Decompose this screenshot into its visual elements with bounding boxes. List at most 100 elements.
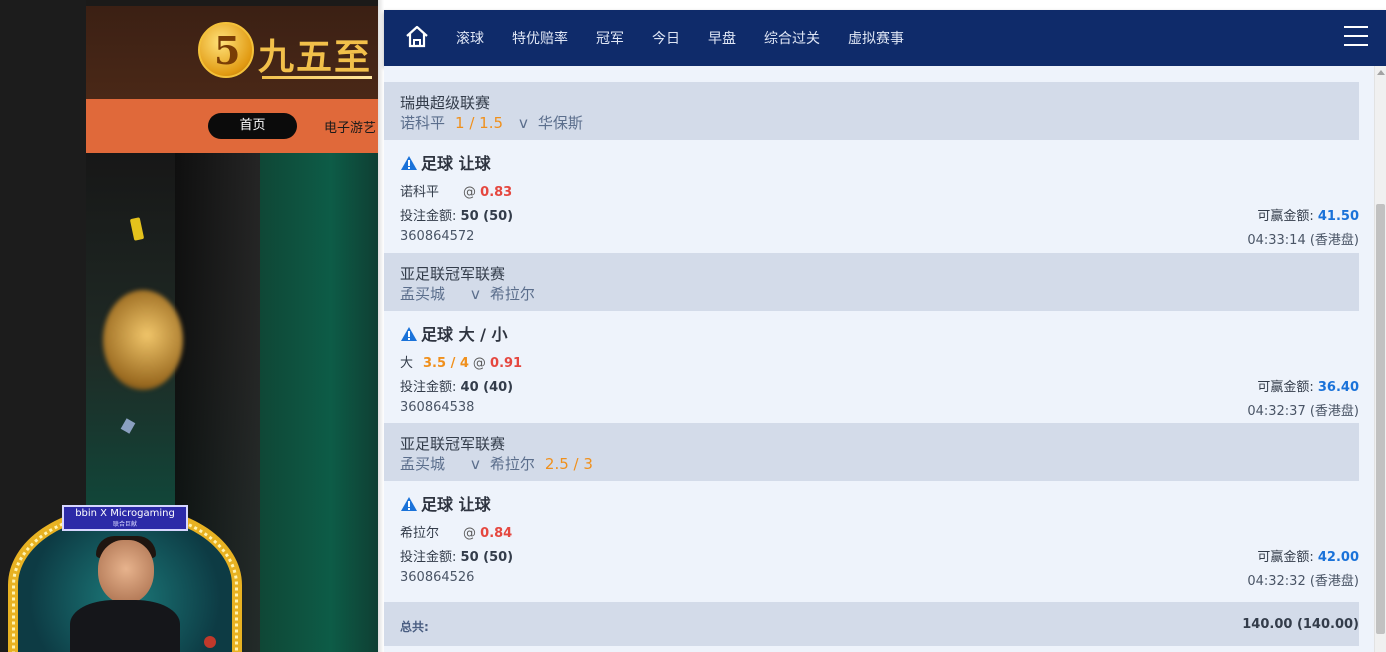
- warning-icon: [401, 497, 417, 511]
- total-label: 总共:: [400, 620, 429, 634]
- total-bar: 总共: 140.00 (140.00): [384, 602, 1359, 646]
- odds-at: @: [463, 526, 477, 541]
- selection-line: 3.5 / 4: [423, 356, 469, 371]
- stake: 投注金额: 50 (50): [400, 546, 513, 565]
- badge-brand-plate: bbin X Microgaming 联合巨献: [62, 505, 188, 531]
- selection-name: 希拉尔: [400, 526, 440, 541]
- bet-selection: 希拉尔 @ 0.84: [400, 522, 512, 541]
- warning-icon: [401, 327, 417, 341]
- bet-time: 04:32:32 (香港盘): [1247, 574, 1359, 589]
- bet-card: 足球 大 / 小 大 3.5 / 4 @ 0.91 投注金额: 40 (40) 可赢…: [384, 311, 1359, 423]
- bet-type-label: 足球 让球: [421, 154, 491, 173]
- badge-brand-subtext: 联合巨献: [112, 521, 137, 528]
- away-team: 希拉尔: [489, 455, 535, 473]
- nav-tab-today[interactable]: 今日: [652, 28, 680, 48]
- league-header: 亚足联冠军联赛 孟买城 v 希拉尔: [384, 253, 1359, 311]
- odds-at: @: [463, 185, 477, 200]
- stake-label: 投注金额:: [400, 209, 457, 224]
- badge-brand-text: bbin X Microgaming: [75, 508, 175, 519]
- badge-person-face: [98, 540, 154, 604]
- ticket-id: 360864572: [400, 229, 475, 244]
- bet-type: 足球 大 / 小: [400, 321, 508, 345]
- win-label: 可赢金额:: [1257, 209, 1314, 224]
- home-icon[interactable]: [404, 24, 430, 50]
- selection-name: 大: [400, 356, 414, 371]
- match-line: 孟买城 v 希拉尔: [400, 283, 551, 304]
- bet-card: 足球 让球 诺科平 @ 0.83 投注金额: 50 (50) 可赢金额: 41.5…: [384, 140, 1359, 253]
- odds-value: 0.84: [480, 526, 513, 541]
- bet-selection: 诺科平 @ 0.83: [400, 181, 512, 200]
- match-line: 孟买城 v 希拉尔 2.5 / 3: [400, 453, 599, 474]
- win-value: 36.40: [1317, 380, 1359, 395]
- home-team: 孟买城: [400, 455, 446, 473]
- away-team: 希拉尔: [489, 285, 535, 303]
- win-label: 可赢金额:: [1257, 550, 1314, 565]
- bet-type-label: 足球 让球: [421, 495, 491, 514]
- win-value: 41.50: [1317, 209, 1359, 224]
- stake-value: 40 (40): [460, 380, 514, 395]
- bet-type: 足球 让球: [400, 150, 491, 174]
- ticket-id: 360864526: [400, 570, 475, 585]
- bet-time: 04:32:37 (香港盘): [1247, 404, 1359, 419]
- stake: 投注金额: 50 (50): [400, 205, 513, 224]
- total-value: 140.00 (140.00): [1242, 617, 1359, 632]
- site-logo-underline: [262, 76, 372, 79]
- away-team: 华保斯: [537, 114, 583, 132]
- bet-card: 足球 让球 希拉尔 @ 0.84 投注金额: 50 (50) 可赢金额: 42.0…: [384, 481, 1359, 602]
- win-label: 可赢金额:: [1257, 380, 1314, 395]
- odds-at: @: [472, 356, 486, 371]
- league-name: 亚足联冠军联赛: [400, 435, 506, 453]
- badge-person-suit: [70, 600, 180, 652]
- league-name: 亚足联冠军联赛: [400, 265, 506, 283]
- league-name: 瑞典超级联赛: [400, 94, 491, 112]
- stake: 投注金额: 40 (40): [400, 376, 513, 395]
- odds-value: 0.91: [490, 356, 523, 371]
- bet-type: 足球 让球: [400, 491, 491, 515]
- top-strip: [378, 0, 1386, 10]
- selection-name: 诺科平: [400, 185, 440, 200]
- handicap-line: 1 / 1.5: [455, 114, 504, 132]
- bet-time: 04:33:14 (香港盘): [1247, 233, 1359, 248]
- league-header: 瑞典超级联赛 诺科平 1 / 1.5 v 华保斯: [384, 82, 1359, 140]
- stake-label: 投注金额:: [400, 550, 457, 565]
- sports-navbar: 滚球 特优赔率 冠军 今日 早盘 综合过关 虚拟赛事: [384, 10, 1386, 66]
- versus-marker: v: [471, 455, 480, 473]
- nav-tab-virtual[interactable]: 虚拟赛事: [848, 28, 904, 48]
- potential-win: 可赢金额: 41.50: [1257, 205, 1359, 224]
- site-logo-text[interactable]: 九五至: [258, 28, 372, 80]
- match-line: 诺科平 1 / 1.5 v 华保斯: [400, 112, 599, 133]
- versus-marker: v: [519, 114, 528, 132]
- league-header: 亚足联冠军联赛 孟买城 v 希拉尔 2.5 / 3: [384, 423, 1359, 481]
- badge-red-ball: [204, 636, 216, 648]
- odds-value: 0.83: [480, 185, 513, 200]
- bet-list[interactable]: 瑞典超级联赛 诺科平 1 / 1.5 v 华保斯 足球 让球 诺科平 @ 0.83 投注…: [384, 66, 1374, 652]
- site-nav-home-button[interactable]: 首页: [208, 113, 297, 139]
- hamburger-menu-icon[interactable]: [1344, 26, 1368, 48]
- bet-selection: 大 3.5 / 4 @ 0.91: [400, 352, 522, 371]
- bet-type-label: 足球 大 / 小: [421, 325, 508, 344]
- warning-icon: [401, 156, 417, 170]
- site-logo-digit: 5: [214, 28, 241, 73]
- scrollbar-up-arrow-icon[interactable]: [1377, 70, 1385, 75]
- nav-tab-early[interactable]: 早盘: [708, 28, 736, 48]
- nav-tab-parlay[interactable]: 综合过关: [764, 28, 820, 48]
- stake-value: 50 (50): [460, 550, 514, 565]
- home-team: 诺科平: [400, 114, 446, 132]
- nav-tab-outright[interactable]: 冠军: [596, 28, 624, 48]
- banner-gold-coin: [103, 290, 183, 390]
- background-website: 5 九五至 首页 电子游艺 bbin X Microgaming 联合巨献: [0, 0, 378, 652]
- nav-tab-special-odds[interactable]: 特优赔率: [512, 28, 568, 48]
- potential-win: 可赢金额: 36.40: [1257, 376, 1359, 395]
- stake-label: 投注金额:: [400, 380, 457, 395]
- win-value: 42.00: [1317, 550, 1359, 565]
- away-line: 2.5 / 3: [544, 455, 593, 473]
- home-team: 孟买城: [400, 285, 446, 303]
- ticket-id: 360864538: [400, 400, 475, 415]
- potential-win: 可赢金额: 42.00: [1257, 546, 1359, 565]
- stake-value: 50 (50): [460, 209, 514, 224]
- banner-green-pillar: [260, 153, 378, 652]
- scrollbar-thumb[interactable]: [1376, 204, 1385, 634]
- site-nav-games-link[interactable]: 电子游艺: [324, 117, 376, 136]
- nav-tab-live[interactable]: 滚球: [456, 28, 484, 48]
- versus-marker: v: [471, 285, 480, 303]
